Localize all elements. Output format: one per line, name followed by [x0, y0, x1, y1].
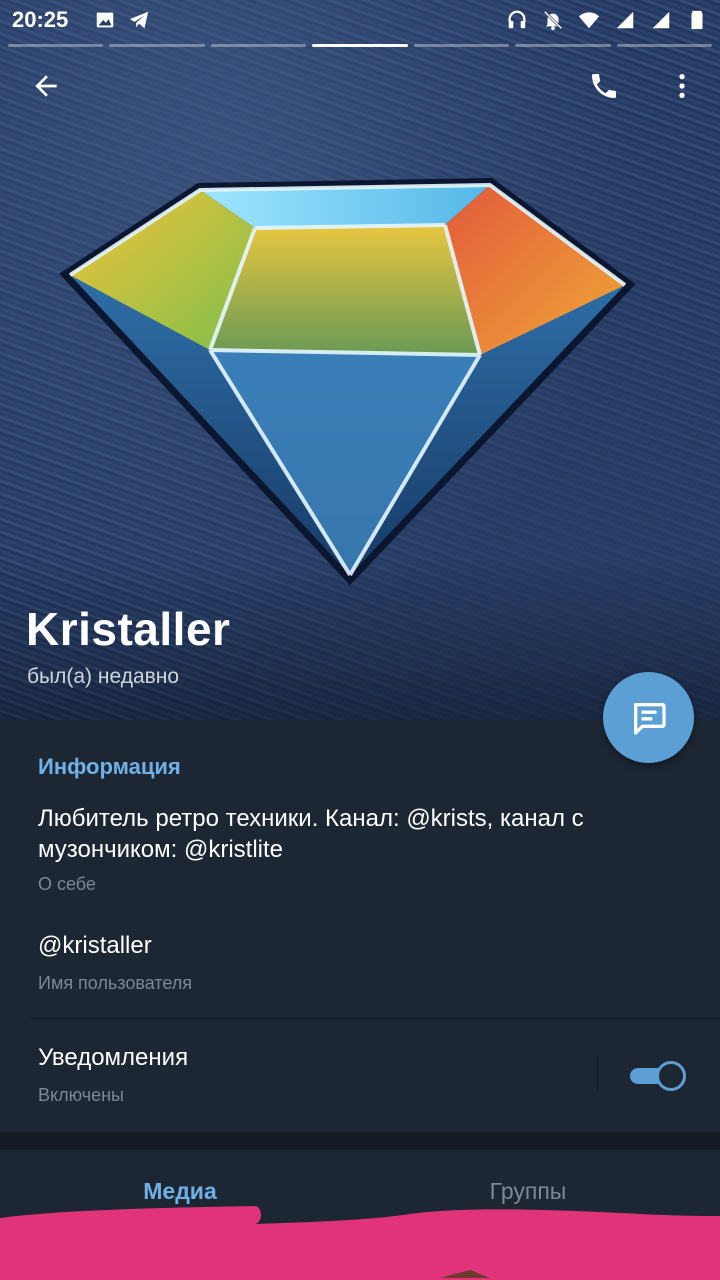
redaction-scribble	[0, 1206, 720, 1280]
progress-segment	[8, 44, 104, 47]
wifi-icon	[578, 12, 600, 29]
progress-segment	[210, 44, 307, 47]
username-text[interactable]: @kristaller	[38, 932, 152, 960]
notifications-label[interactable]: Уведомления	[38, 1044, 188, 1072]
vertical-divider	[597, 1056, 598, 1092]
notifications-toggle[interactable]	[630, 1060, 686, 1091]
section-gap	[0, 1132, 720, 1150]
message-icon	[633, 702, 666, 735]
call-button[interactable]	[582, 64, 626, 108]
more-options-button[interactable]	[660, 64, 704, 108]
clock: 20:25	[12, 7, 69, 32]
diamond-image	[60, 177, 636, 586]
progress-segment	[616, 44, 712, 47]
progress-segment	[413, 44, 510, 47]
progress-segment	[109, 44, 205, 47]
gallery-icon	[97, 12, 114, 28]
story-progress	[8, 44, 712, 48]
username-caption: Имя пользователя	[38, 973, 193, 993]
bio-caption: О себе	[38, 874, 96, 894]
headphones-icon	[508, 10, 526, 29]
notifications-caption: Включены	[38, 1085, 124, 1105]
bio-text[interactable]: Любитель ретро техники. Канал: @krists, …	[38, 803, 678, 865]
status-bar: 20:25	[0, 0, 720, 40]
arrow-left-icon	[35, 75, 57, 97]
signal-icon	[616, 11, 634, 29]
last-seen-status: был(а) недавно	[27, 665, 180, 688]
back-button[interactable]	[24, 64, 68, 108]
toggle-knob	[656, 1061, 686, 1091]
phone-icon	[592, 74, 616, 98]
info-section-title: Информация	[38, 754, 181, 779]
telegram-icon	[130, 11, 149, 29]
send-message-button[interactable]	[603, 672, 694, 763]
divider	[30, 1018, 720, 1019]
battery-icon	[691, 10, 703, 30]
progress-segment	[515, 44, 611, 47]
bell-off-icon	[543, 10, 563, 31]
signal-icon	[652, 11, 670, 29]
more-vertical-icon	[679, 74, 685, 98]
progress-segment-active	[312, 44, 408, 47]
profile-name: Kristaller	[26, 603, 231, 655]
